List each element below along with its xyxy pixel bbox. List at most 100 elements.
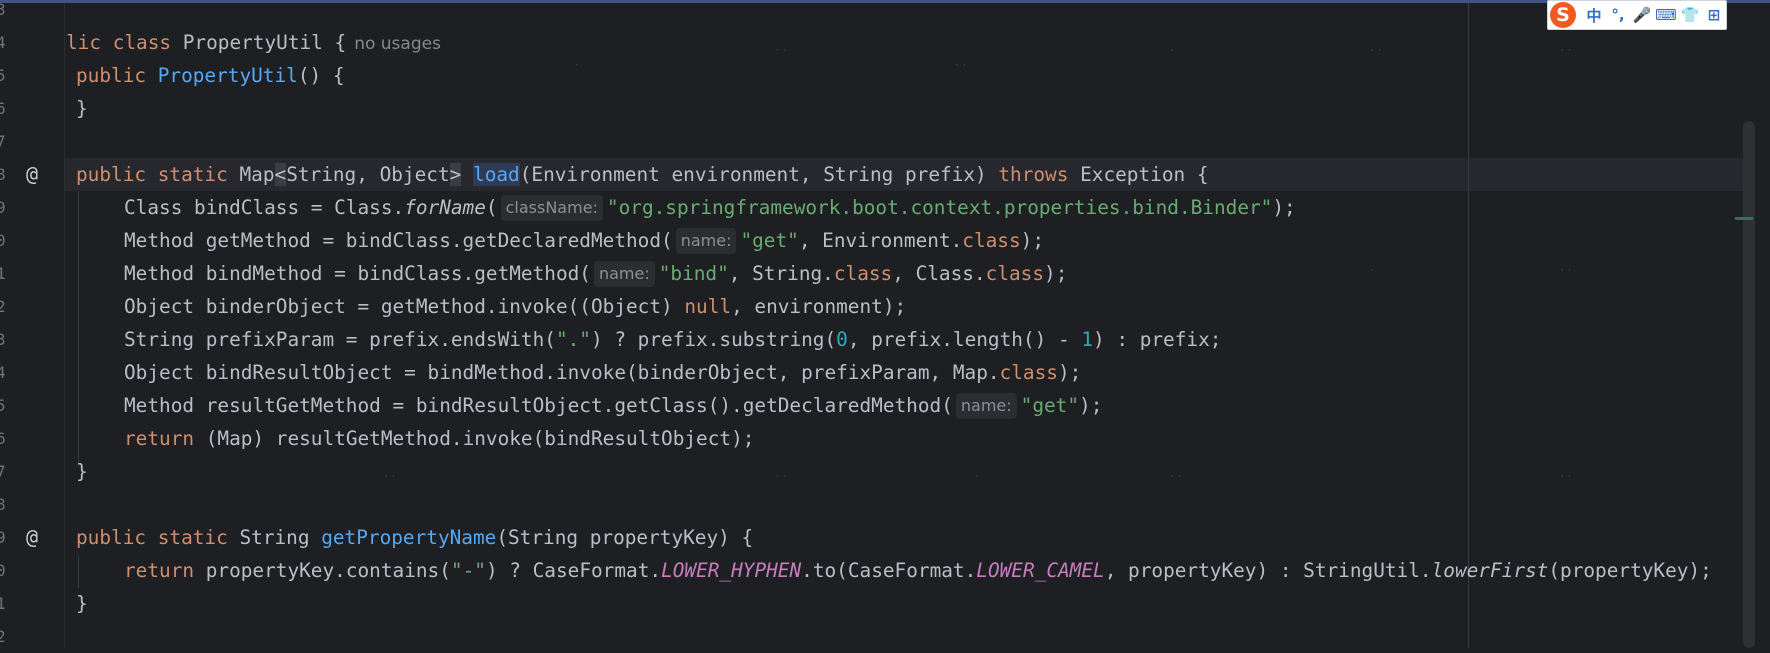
background-dots: · (975, 469, 979, 483)
code-token: (propertyKey); (1548, 559, 1712, 582)
parameter-hint: name: (675, 228, 737, 254)
code-token: class (833, 262, 893, 285)
sogou-logo-icon[interactable]: S (1550, 2, 1576, 28)
background-dots: · · (1560, 43, 1572, 57)
code-token: static (157, 526, 240, 549)
line-number: 4 (0, 33, 6, 52)
line-number: 7 (0, 462, 6, 481)
punctuation-icon[interactable]: °, (1606, 6, 1630, 24)
code-line-brace[interactable]: } (76, 587, 88, 620)
background-dots: · · (1560, 263, 1572, 277)
code-token: ); (1079, 394, 1103, 417)
code-token: propertyKey.contains( (205, 559, 451, 582)
code-token: () { (297, 64, 345, 87)
code-token: Map (239, 163, 275, 186)
code-token: class (962, 229, 1021, 252)
code-token: Method getMethod = bindClass.getDeclared… (124, 229, 673, 252)
chinese-mode-icon[interactable]: 中 (1582, 5, 1606, 26)
parameter-hint: name: (593, 261, 655, 287)
keyboard-icon[interactable]: ⌨ (1654, 6, 1678, 24)
code-token: String (239, 526, 322, 549)
line-number: 9 (0, 198, 6, 217)
background-dots: · · (955, 58, 967, 72)
code-line-brace[interactable]: } (76, 92, 88, 125)
code-token: String, Object (286, 163, 450, 186)
code-token: Class bindClass = Class. (124, 196, 405, 219)
code-token: ); (1057, 361, 1082, 384)
annotation-at-icon[interactable]: @ (20, 158, 44, 191)
code-token: return (124, 427, 206, 450)
code-line[interactable]: Object binderObject = getMethod.invoke((… (124, 290, 906, 323)
code-line[interactable]: String prefixParam = prefix.endsWith("."… (124, 323, 1221, 356)
code-line-brace[interactable]: } (76, 455, 88, 488)
microphone-icon[interactable]: 🎤 (1630, 6, 1654, 24)
annotation-at-icon[interactable]: @ (20, 521, 44, 554)
code-token: LOWER_HYPHEN (661, 559, 802, 582)
skin-shirt-icon[interactable]: 👕 (1678, 6, 1702, 24)
code-line[interactable]: return propertyKey.contains("-") ? CaseF… (124, 554, 1712, 587)
code-token: ); (1272, 196, 1296, 219)
toolbox-grid-icon[interactable]: ⊞ (1702, 6, 1726, 24)
line-number: 2 (0, 627, 6, 646)
background-dots: · · (1170, 469, 1182, 483)
code-token: ); (1020, 229, 1045, 252)
code-token: Method bindMethod = bindClass.getMethod( (124, 262, 591, 285)
code-line[interactable]: Method bindMethod = bindClass.getMethod(… (124, 257, 1067, 290)
background-dots: · (1370, 263, 1374, 277)
no-usages-hint[interactable]: no usages (354, 34, 441, 54)
line-number: 7 (0, 132, 6, 151)
line-number: 0 (0, 561, 6, 580)
code-line[interactable]: Method resultGetMethod = bindResultObjec… (124, 389, 1102, 422)
code-token: lic (66, 31, 113, 54)
code-token: (Environment environment, String prefix) (519, 163, 999, 186)
code-token: "get" (740, 229, 799, 252)
code-line[interactable]: Class bindClass = Class.forName(classNam… (124, 191, 1296, 224)
ime-toolbar[interactable]: S 中 °, 🎤 ⌨ 👕 ⊞ (1547, 0, 1727, 30)
code-token: .to(CaseFormat. (801, 559, 977, 582)
line-number: 8 (0, 165, 6, 184)
code-line[interactable]: Object bindResultObject = bindMethod.inv… (124, 356, 1081, 389)
code-token: 1 (1081, 328, 1094, 351)
code-line-getpropertyname-method[interactable]: public static String getPropertyName(Str… (76, 521, 753, 554)
code-token: , environment); (731, 295, 907, 318)
line-number: 5 (0, 396, 6, 415)
code-token: , Environment. (798, 229, 963, 252)
code-token: ) : prefix; (1093, 328, 1222, 351)
line-number: 9 (0, 528, 6, 547)
code-token: String prefixParam = prefix.endsWith( (124, 328, 556, 351)
vertical-scrollbar[interactable] (1743, 121, 1755, 648)
code-line[interactable]: Method getMethod = bindClass.getDeclared… (124, 224, 1044, 257)
bracket-match-highlight: < (274, 163, 287, 186)
code-token: forName (404, 196, 486, 219)
code-token: "." (555, 328, 591, 351)
code-token: public (76, 64, 158, 87)
code-editor[interactable]: 3 4 5 6 7 8 9 0 1 2 3 4 5 6 7 8 9 0 1 2 … (0, 0, 1770, 648)
code-token: class (985, 262, 1045, 285)
line-number: 3 (0, 0, 6, 19)
background-dots: · · (1560, 469, 1572, 483)
code-token: "-" (450, 559, 486, 582)
code-token: public (76, 526, 158, 549)
code-line-constructor[interactable]: public PropertyUtil() { (76, 59, 345, 92)
indent-guide (78, 191, 79, 467)
line-number-gutter[interactable]: 3 4 5 6 7 8 9 0 1 2 3 4 5 6 7 8 9 0 1 2 … (0, 0, 64, 648)
scrollbar-marker (1735, 217, 1753, 220)
code-token: lowerFirst (1431, 559, 1549, 582)
code-token: load (473, 163, 520, 186)
code-token: Object binderObject = getMethod.invoke((… (124, 295, 685, 318)
code-line[interactable]: return (Map) resultGetMethod.invoke(bind… (124, 422, 754, 455)
line-number: 8 (0, 495, 6, 514)
line-number: 5 (0, 66, 6, 85)
bracket-match-highlight: > (449, 163, 462, 186)
background-dots: · · (384, 43, 396, 57)
code-token: static (157, 163, 240, 186)
code-token: throws (998, 163, 1081, 186)
code-token: , String. (728, 262, 834, 285)
code-line-load-method[interactable]: public static Map<String, Object> load(E… (76, 158, 1209, 191)
code-token: ) ? CaseFormat. (485, 559, 662, 582)
code-token: LOWER_CAMEL (976, 559, 1105, 582)
code-token: ( (485, 196, 498, 219)
code-token: "get" (1020, 394, 1080, 417)
indent-guide (78, 555, 79, 588)
code-token: class (999, 361, 1058, 384)
